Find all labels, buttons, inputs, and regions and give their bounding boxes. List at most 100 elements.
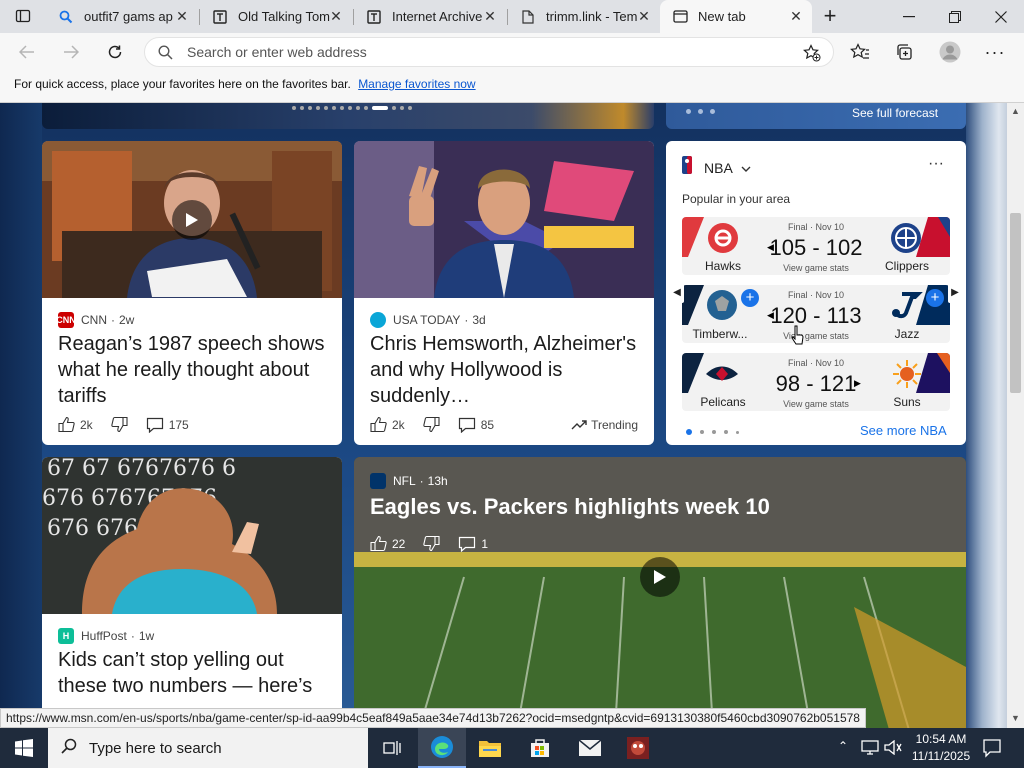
nba-pager-dots[interactable]	[686, 429, 739, 435]
add-favorite-icon[interactable]	[803, 44, 821, 67]
collections-icon[interactable]	[889, 38, 919, 66]
file-explorer-icon[interactable]	[466, 728, 514, 768]
play-video-icon[interactable]	[172, 200, 212, 240]
new-tab-button[interactable]: +	[815, 2, 845, 30]
game-status: Final · Nov 10	[787, 358, 845, 368]
view-game-stats-link[interactable]: View game stats	[756, 399, 876, 409]
nba-title: NBA	[704, 159, 733, 176]
close-tab-icon[interactable]: ✕	[328, 8, 344, 24]
article-headline[interactable]: Chris Hemsworth, Alzheimer's and why Hol…	[370, 331, 642, 409]
profile-avatar[interactable]	[935, 38, 965, 66]
background-image	[0, 103, 42, 728]
article-headline[interactable]: Reagan’s 1987 speech shows what he reall…	[58, 331, 330, 409]
follow-team-button[interactable]: +	[926, 289, 944, 307]
more-options-icon[interactable]: ···	[980, 38, 1010, 66]
search-icon	[58, 9, 74, 25]
close-tab-icon[interactable]: ✕	[788, 8, 804, 24]
view-game-stats-link[interactable]: View game stats	[756, 331, 876, 341]
like-button[interactable]: 2k	[370, 416, 405, 433]
comment-button[interactable]: 1	[458, 536, 488, 552]
tab-0[interactable]: outfit7 gams ap ✕	[46, 0, 198, 33]
notifications-icon[interactable]	[982, 738, 1002, 763]
comment-button[interactable]: 85	[458, 417, 494, 433]
article-headline[interactable]: Kids can’t stop yelling out these two nu…	[58, 647, 330, 699]
vertical-scrollbar[interactable]: ▲ ▼	[1007, 103, 1024, 728]
huffpost-logo-icon: H	[58, 628, 74, 644]
video-card[interactable]: NFL · 13h Eagles vs. Packers highlights …	[354, 457, 966, 728]
windows-taskbar: Type here to search ⌃ 10:54 AM 11/11/202…	[0, 728, 1024, 768]
favorites-icon[interactable]	[845, 38, 875, 66]
carousel-card[interactable]	[42, 103, 654, 129]
nba-logo-icon	[682, 156, 692, 179]
weather-pager-dots[interactable]	[686, 109, 715, 114]
microsoft-store-icon[interactable]	[516, 728, 564, 768]
dislike-button[interactable]	[422, 416, 440, 433]
favorites-bar: For quick access, place your favorites h…	[0, 71, 1024, 103]
see-more-nba-link[interactable]: See more NBA	[860, 423, 947, 438]
see-full-forecast-link[interactable]: See full forecast	[852, 106, 938, 120]
mail-icon[interactable]	[566, 728, 614, 768]
game-row[interactable]: + Timberw... Final · Nov 10 120 - 113 ◀ …	[682, 285, 950, 343]
tab-4[interactable]: New tab ✕	[660, 0, 812, 33]
task-view-icon[interactable]	[368, 728, 416, 768]
mouse-cursor-icon	[791, 325, 804, 345]
reactions-bar: 22 1	[370, 535, 488, 552]
news-card[interactable]: CNN CNN · 2w Reagan’s 1987 speech shows …	[42, 141, 342, 445]
article-age: 1w	[138, 629, 155, 643]
app-taskbar-icon[interactable]	[614, 728, 662, 768]
like-count: 2k	[392, 417, 405, 432]
comment-button[interactable]: 175	[146, 417, 189, 433]
game-row[interactable]: Hawks Final · Nov 10 105 - 102 ◀ View ga…	[682, 217, 950, 275]
article-age: 3d	[472, 313, 486, 327]
restore-button[interactable]	[932, 0, 978, 33]
forward-icon[interactable]	[56, 38, 86, 66]
dislike-button[interactable]	[110, 416, 128, 433]
clock[interactable]: 10:54 AM 11/11/2025	[908, 731, 974, 765]
back-icon[interactable]	[12, 38, 42, 66]
tab-actions-icon[interactable]	[8, 2, 38, 30]
start-button[interactable]	[0, 728, 48, 768]
close-window-button[interactable]	[978, 0, 1024, 33]
trending-label: Trending	[591, 417, 638, 432]
taskbar-search-box[interactable]: Type here to search	[48, 728, 368, 768]
play-video-icon[interactable]	[640, 557, 680, 597]
winner-indicator-icon: ◀	[767, 242, 774, 252]
tab-2[interactable]: Internet Archive ✕	[354, 0, 506, 33]
address-bar[interactable]	[144, 37, 834, 67]
close-tab-icon[interactable]: ✕	[636, 8, 652, 24]
volume-icon[interactable]	[884, 739, 902, 760]
minimize-button[interactable]	[886, 0, 932, 33]
like-button[interactable]: 22	[370, 535, 405, 552]
manage-favorites-link[interactable]: Manage favorites now	[358, 77, 475, 91]
game-row[interactable]: Pelicans Final · Nov 10 98 - 121 ▶ View …	[682, 353, 950, 411]
view-game-stats-link[interactable]: View game stats	[756, 263, 876, 273]
tab-3[interactable]: trimm.link - Tem ✕	[508, 0, 660, 33]
like-button[interactable]: 2k	[58, 416, 93, 433]
news-card[interactable]: 67 67 6767676 6 676 676767676 676 6767 H…	[42, 457, 342, 728]
scroll-down-icon[interactable]: ▼	[1011, 713, 1020, 723]
network-icon[interactable]	[861, 740, 879, 760]
previous-arrow-icon[interactable]: ◀	[670, 281, 684, 303]
article-headline[interactable]: Eagles vs. Packers highlights week 10	[370, 494, 950, 520]
address-input[interactable]	[187, 42, 747, 62]
dislike-button[interactable]	[423, 535, 440, 552]
next-arrow-icon[interactable]: ▶	[948, 281, 962, 303]
news-card[interactable]: USA TODAY · 3d Chris Hemsworth, Alzheime…	[354, 141, 654, 445]
away-team-name: Clippers	[884, 259, 929, 273]
close-tab-icon[interactable]: ✕	[174, 8, 190, 24]
refresh-icon[interactable]	[100, 38, 130, 66]
tab-1[interactable]: Old Talking Tom ✕	[200, 0, 352, 33]
carousel-dots[interactable]	[292, 106, 412, 110]
game-score: 105 - 102	[769, 235, 863, 260]
show-hidden-icons-icon[interactable]: ⌃	[838, 739, 848, 753]
scrollbar-thumb[interactable]	[1010, 213, 1021, 393]
scroll-up-icon[interactable]: ▲	[1011, 106, 1020, 116]
game-status: Final · Nov 10	[787, 290, 845, 300]
comment-count: 1	[481, 536, 489, 551]
search-icon	[158, 45, 173, 65]
article-source: CNN CNN · 2w	[56, 312, 135, 328]
edge-taskbar-icon[interactable]	[418, 728, 466, 768]
card-options-icon[interactable]: ···	[928, 155, 944, 173]
nba-header[interactable]: NBA	[682, 156, 751, 179]
close-tab-icon[interactable]: ✕	[482, 8, 498, 24]
